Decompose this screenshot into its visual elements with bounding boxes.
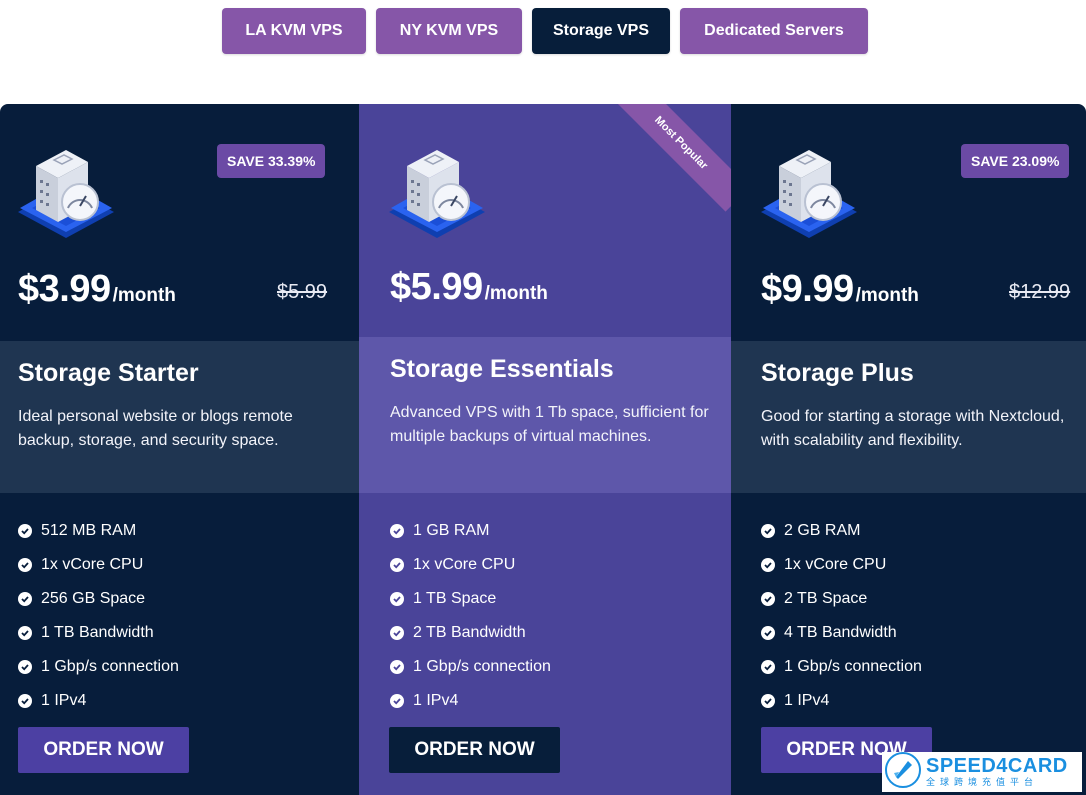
feature-item: 256 GB Space (18, 582, 179, 616)
check-circle-icon (761, 660, 775, 674)
server-gauge-icon (14, 140, 118, 240)
price-period: /month (484, 283, 548, 304)
price-period: /month (112, 285, 176, 306)
plan-name: Storage Plus (761, 359, 914, 387)
order-now-button[interactable]: ORDER NOW (389, 727, 560, 773)
most-popular-ribbon: Most Popular (612, 104, 731, 212)
price-row: $3.99 /month (18, 268, 176, 311)
check-circle-icon (390, 524, 404, 538)
old-price: $5.99 (277, 281, 328, 303)
price-period: /month (855, 285, 919, 306)
feature-item: 1 TB Bandwidth (18, 616, 179, 650)
pricing-table: SAVE 33.39% $3.99 /month $5.99 Storage S… (0, 104, 1086, 795)
price: $3.99 (18, 268, 111, 310)
plan-description: Good for starting a storage with Nextclo… (761, 408, 1065, 449)
plan-description: Ideal personal website or blogs remote b… (18, 408, 293, 449)
plan-description-panel: Storage Essentials Advanced VPS with 1 T… (359, 337, 731, 493)
feature-item: 1x vCore CPU (390, 548, 551, 582)
feature-item: 4 TB Bandwidth (761, 616, 922, 650)
feature-item: 1 IPv4 (761, 684, 922, 718)
check-circle-icon (18, 694, 32, 708)
check-circle-icon (18, 524, 32, 538)
feature-item: 1 Gbp/s connection (390, 650, 551, 684)
tab-ny-kvm-vps[interactable]: NY KVM VPS (376, 8, 522, 54)
check-circle-icon (761, 694, 775, 708)
rocket-icon (884, 751, 922, 794)
feature-item: 1 IPv4 (390, 684, 551, 718)
check-circle-icon (18, 592, 32, 606)
check-circle-icon (18, 558, 32, 572)
feature-list: 2 GB RAM 1x vCore CPU 2 TB Space 4 TB Ba… (761, 514, 922, 718)
feature-item: 2 TB Bandwidth (390, 616, 551, 650)
feature-list: 1 GB RAM 1x vCore CPU 1 TB Space 2 TB Ba… (390, 514, 551, 718)
server-gauge-icon (385, 140, 489, 240)
check-circle-icon (390, 626, 404, 640)
check-circle-icon (390, 558, 404, 572)
feature-item: 2 GB RAM (761, 514, 922, 548)
feature-item: 1 Gbp/s connection (761, 650, 922, 684)
check-circle-icon (761, 558, 775, 572)
feature-item: 1x vCore CPU (18, 548, 179, 582)
watermark-subtitle: 全球跨境充值平台 (926, 777, 1039, 787)
plan-name: Storage Essentials (390, 355, 614, 383)
price: $9.99 (761, 268, 854, 310)
old-price: $12.99 (1009, 281, 1071, 303)
speed4card-watermark: SPEED4CARD 全球跨境充值平台 (882, 751, 1082, 794)
tab-storage-vps[interactable]: Storage VPS (532, 8, 670, 54)
check-circle-icon (390, 592, 404, 606)
feature-item: 1 TB Space (390, 582, 551, 616)
check-circle-icon (761, 626, 775, 640)
price-row: $5.99 /month (390, 266, 548, 309)
check-circle-icon (18, 626, 32, 640)
check-circle-icon (761, 524, 775, 538)
price: $5.99 (390, 266, 483, 308)
save-badge: SAVE 23.09% (961, 144, 1070, 178)
feature-item: 1 GB RAM (390, 514, 551, 548)
price-row: $9.99 /month (761, 268, 919, 311)
feature-item: 512 MB RAM (18, 514, 179, 548)
tab-la-kvm-vps[interactable]: LA KVM VPS (222, 8, 366, 54)
plan-name: Storage Starter (18, 359, 199, 387)
save-badge: SAVE 33.39% (217, 144, 326, 178)
plan-card-storage-plus: SAVE 23.09% $9.99 /month $12.99 Storage … (731, 104, 1086, 795)
server-gauge-icon (757, 140, 861, 240)
category-tabs: LA KVM VPS NY KVM VPS Storage VPS Dedica… (0, 8, 1086, 54)
plan-card-storage-essentials: Most Popular $5.99 /month Storage Essent… (359, 104, 731, 795)
feature-item: 1 IPv4 (18, 684, 179, 718)
watermark-brand: SPEED4CARD (926, 755, 1068, 777)
feature-item: 1x vCore CPU (761, 548, 922, 582)
plan-description-panel: Storage Starter Ideal personal website o… (0, 341, 359, 493)
plan-description-panel: Storage Plus Good for starting a storage… (731, 341, 1086, 493)
feature-item: 2 TB Space (761, 582, 922, 616)
check-circle-icon (761, 592, 775, 606)
plan-description: Advanced VPS with 1 Tb space, sufficient… (390, 404, 709, 445)
order-now-button[interactable]: ORDER NOW (18, 727, 189, 773)
plan-card-storage-starter: SAVE 33.39% $3.99 /month $5.99 Storage S… (0, 104, 359, 795)
feature-item: 1 Gbp/s connection (18, 650, 179, 684)
feature-list: 512 MB RAM 1x vCore CPU 256 GB Space 1 T… (18, 514, 179, 718)
check-circle-icon (390, 694, 404, 708)
tab-dedicated-servers[interactable]: Dedicated Servers (680, 8, 868, 54)
check-circle-icon (18, 660, 32, 674)
check-circle-icon (390, 660, 404, 674)
